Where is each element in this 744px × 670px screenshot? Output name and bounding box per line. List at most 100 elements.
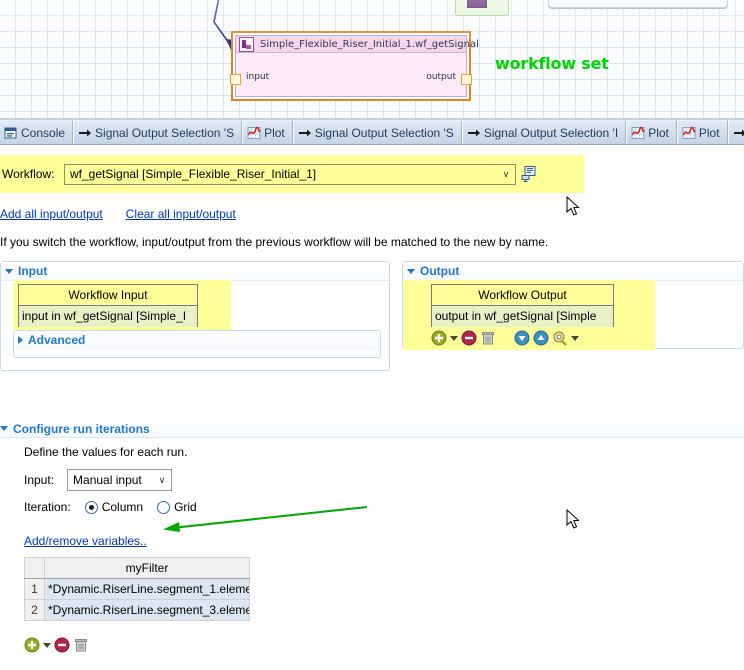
advanced-group-header[interactable]: Advanced bbox=[14, 331, 380, 349]
settings-icon[interactable] bbox=[552, 330, 568, 346]
variables-table[interactable]: myFilter 1 *Dynamic.RiserLine.segment_1.… bbox=[24, 557, 250, 621]
input-mode-combobox[interactable]: Manual input ∨ bbox=[67, 469, 172, 491]
table-header-rownum bbox=[25, 558, 45, 579]
advanced-group[interactable]: Advanced bbox=[13, 330, 381, 358]
iteration-input-row: Input: Manual input ∨ bbox=[24, 469, 172, 491]
radio-dot-icon bbox=[85, 501, 98, 514]
workflow-input-box[interactable]: Workflow Input input in wf_getSignal [Si… bbox=[18, 284, 198, 327]
move-down-icon[interactable] bbox=[514, 330, 530, 346]
run-configuration-form: Workflow: wf_getSignal [Simple_Flexible_… bbox=[0, 145, 744, 670]
move-up-icon[interactable] bbox=[533, 330, 549, 346]
workflow-combobox[interactable]: wf_getSignal [Simple_Flexible_Riser_Init… bbox=[64, 164, 516, 185]
tab-console[interactable]: Console bbox=[0, 120, 73, 144]
delete-icon[interactable] bbox=[73, 637, 89, 653]
workflow-node-output-label: output bbox=[426, 72, 456, 82]
console-icon bbox=[4, 126, 18, 140]
output-group-header[interactable]: Output bbox=[403, 262, 743, 281]
chevron-down-icon[interactable] bbox=[407, 269, 415, 274]
table-row[interactable]: 2 *Dynamic.RiserLine.segment_3.eleme bbox=[25, 600, 250, 621]
configure-run-iterations-title: Configure run iterations bbox=[13, 422, 150, 436]
tab-signal-output-selection-s-2[interactable]: Signal Output Selection 'S bbox=[293, 120, 462, 144]
annotation-workflow-set: workflow set bbox=[495, 54, 609, 73]
tab-label: Signal Output Selection 'S bbox=[315, 126, 454, 140]
diagram-blue-panel-partial[interactable] bbox=[548, 0, 728, 8]
tab-label: Signal Output Selection 'I bbox=[484, 126, 618, 140]
add-icon[interactable] bbox=[24, 637, 40, 653]
add-dropdown-caret-icon[interactable] bbox=[450, 336, 458, 341]
clear-all-input-output-link[interactable]: Clear all input/output bbox=[126, 207, 236, 221]
remove-icon[interactable] bbox=[461, 330, 477, 346]
output-toolbar bbox=[431, 330, 579, 346]
input-group-title: Input bbox=[18, 264, 47, 278]
row-value[interactable]: *Dynamic.RiserLine.segment_1.eleme bbox=[45, 579, 250, 600]
radio-column-label: Column bbox=[102, 500, 143, 514]
diagram-purple-icon-partial bbox=[467, 0, 487, 8]
row-value[interactable]: *Dynamic.RiserLine.segment_3.eleme bbox=[45, 600, 250, 621]
tab-plot-2[interactable]: Plot bbox=[626, 120, 677, 144]
iteration-label: Iteration: bbox=[24, 500, 71, 514]
plot-icon bbox=[631, 126, 645, 140]
arrow-right-icon bbox=[78, 126, 92, 140]
add-all-input-output-link[interactable]: Add all input/output bbox=[0, 207, 103, 221]
workflow-output-row[interactable]: output in wf_getSignal [Simple bbox=[432, 306, 613, 327]
input-label: Input: bbox=[24, 473, 54, 487]
tab-signal-output-selection-s-1[interactable]: Signal Output Selection 'S bbox=[73, 120, 242, 144]
workflow-input-row[interactable]: input in wf_getSignal [Simple_I bbox=[19, 306, 197, 327]
workflow-node-title: Simple_Flexible_Riser_Initial_1.wf_getSi… bbox=[260, 39, 479, 50]
chevron-right-icon[interactable] bbox=[18, 336, 23, 344]
tab-label: Plot bbox=[264, 126, 285, 140]
row-number: 1 bbox=[25, 579, 45, 600]
tab-label: Plot bbox=[648, 126, 669, 140]
plot-icon bbox=[682, 126, 696, 140]
workflow-node-output-port[interactable] bbox=[461, 74, 472, 85]
table-row[interactable]: 1 *Dynamic.RiserLine.segment_1.eleme bbox=[25, 579, 250, 600]
app-window: Simple_Flexible_Riser_Initial_1.wf_getSi… bbox=[0, 0, 744, 670]
tab-label: Plot bbox=[699, 126, 720, 140]
browse-workflow-icon bbox=[521, 166, 538, 182]
variables-toolbar bbox=[24, 637, 89, 653]
workflow-node-title-bar: Simple_Flexible_Riser_Initial_1.wf_getSi… bbox=[236, 36, 466, 53]
workflow-input-header: Workflow Input bbox=[19, 285, 197, 306]
browse-workflow-button[interactable] bbox=[519, 165, 539, 184]
workflow-output-header: Workflow Output bbox=[432, 285, 613, 306]
radio-column[interactable]: Column bbox=[85, 500, 143, 514]
configure-run-iterations-header[interactable]: Configure run iterations bbox=[0, 420, 744, 438]
remove-icon[interactable] bbox=[54, 637, 70, 653]
workflow-node-icon bbox=[239, 37, 254, 52]
plot-icon bbox=[247, 126, 261, 140]
add-remove-variables-link[interactable]: Add/remove variables.. bbox=[24, 534, 147, 548]
tab-plot-1[interactable]: Plot bbox=[242, 120, 293, 144]
input-output-links: Add all input/output Clear all input/out… bbox=[0, 207, 236, 221]
tab-label: Console bbox=[21, 126, 65, 140]
tab-signal-output-selection-i[interactable]: Signal Output Selection 'I bbox=[462, 120, 626, 144]
chevron-down-icon[interactable]: ∨ bbox=[497, 169, 515, 180]
workflow-node-body: Simple_Flexible_Riser_Initial_1.wf_getSi… bbox=[235, 35, 467, 97]
output-group: Output Workflow Output output in wf_getS… bbox=[402, 261, 744, 349]
arrow-right-icon bbox=[467, 126, 481, 140]
workflow-switch-hint: If you switch the workflow, input/output… bbox=[0, 235, 548, 249]
output-group-title: Output bbox=[420, 264, 459, 278]
output-content-highlight: Workflow Output output in wf_getSignal [… bbox=[403, 280, 655, 350]
arrow-right-icon bbox=[298, 126, 312, 140]
variables-table-head: myFilter bbox=[25, 558, 250, 579]
workflow-node[interactable]: Simple_Flexible_Riser_Initial_1.wf_getSi… bbox=[231, 31, 471, 101]
chevron-down-icon[interactable] bbox=[0, 426, 8, 431]
arrow-right-icon bbox=[733, 126, 744, 140]
tab-plot-3[interactable]: Plot bbox=[677, 120, 728, 144]
settings-dropdown-caret-icon[interactable] bbox=[571, 336, 579, 341]
add-icon[interactable] bbox=[431, 330, 447, 346]
workflow-diagram-canvas[interactable]: Simple_Flexible_Riser_Initial_1.wf_getSi… bbox=[0, 0, 744, 118]
tab-overflow-partial[interactable]: S bbox=[728, 120, 744, 144]
table-header-myfilter: myFilter bbox=[45, 558, 250, 579]
workflow-output-box[interactable]: Workflow Output output in wf_getSignal [… bbox=[431, 284, 614, 327]
workflow-node-input-port[interactable] bbox=[230, 74, 241, 85]
annotation-arrow bbox=[155, 497, 370, 537]
chevron-down-icon[interactable] bbox=[5, 269, 13, 274]
chevron-down-icon[interactable]: ∨ bbox=[153, 475, 171, 486]
variables-table-body: 1 *Dynamic.RiserLine.segment_1.eleme 2 *… bbox=[25, 579, 250, 621]
add-dropdown-caret-icon[interactable] bbox=[43, 643, 51, 648]
delete-icon[interactable] bbox=[480, 330, 496, 346]
input-group: Input Workflow Input input in wf_getSign… bbox=[0, 261, 390, 371]
input-group-header[interactable]: Input bbox=[1, 262, 389, 281]
define-values-text: Define the values for each run. bbox=[24, 445, 187, 459]
